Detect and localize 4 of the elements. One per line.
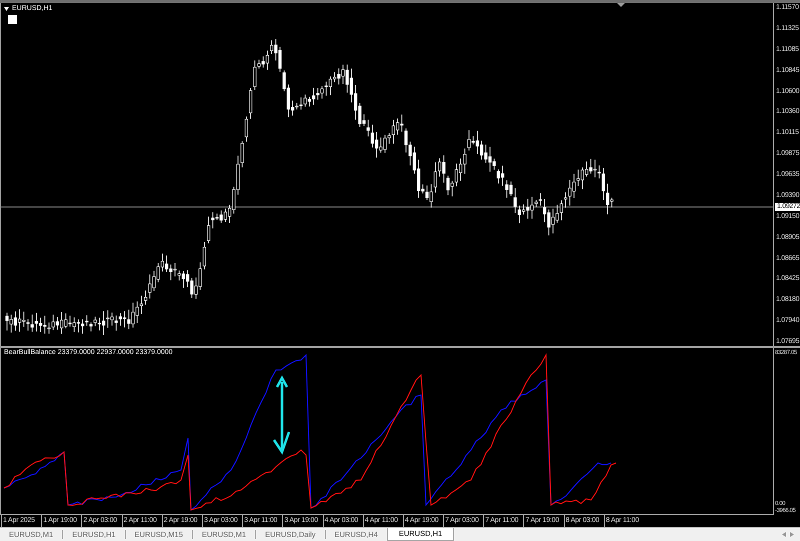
- scroll-left-icon[interactable]: [782, 532, 786, 537]
- dropdown-triangle-icon[interactable]: [4, 6, 9, 10]
- triangle-marker-icon: [617, 3, 625, 7]
- scroll-right-icon[interactable]: [790, 532, 794, 537]
